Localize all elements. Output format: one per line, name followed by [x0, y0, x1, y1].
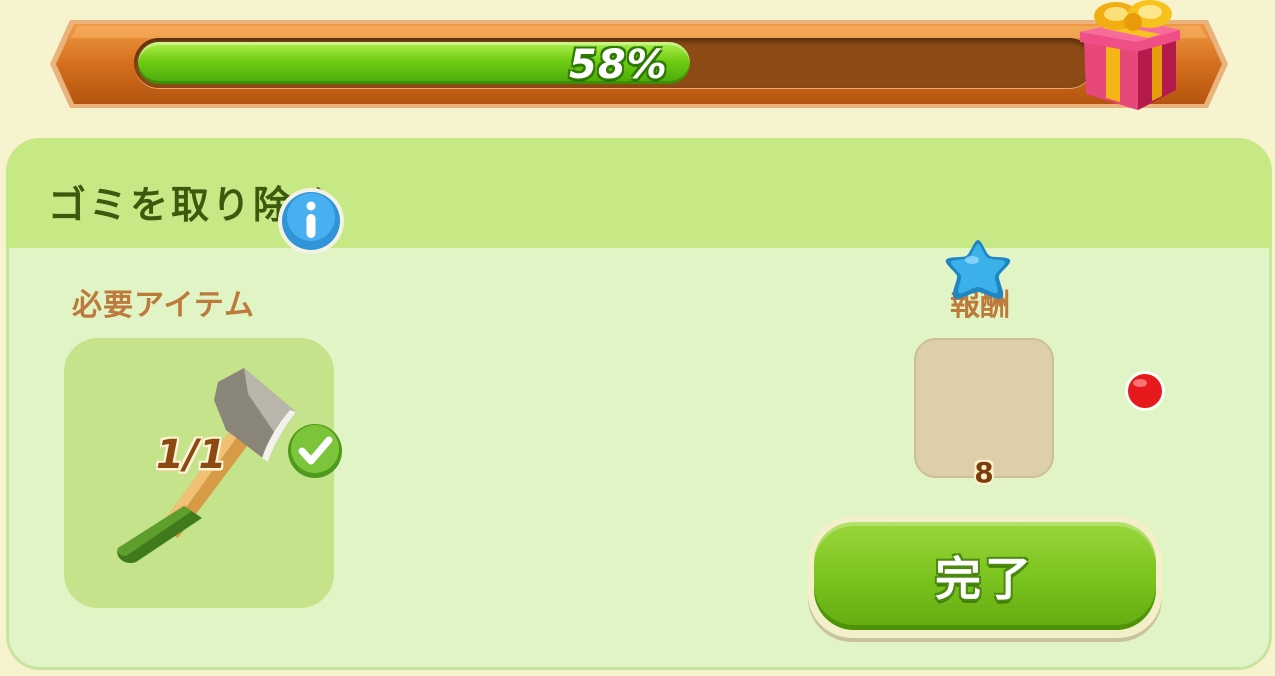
item-count: 1/1	[156, 432, 227, 478]
info-icon[interactable]	[276, 186, 346, 256]
blue-star-gem-icon	[945, 240, 1011, 299]
gift-box-icon[interactable]	[1076, 0, 1186, 114]
reward-amount: 8	[974, 456, 994, 489]
progress-track: 58%	[134, 38, 1094, 88]
complete-button-label: 完了	[935, 552, 1035, 606]
complete-button-face: 完了	[814, 522, 1156, 630]
complete-button[interactable]: 完了	[808, 516, 1162, 638]
task-header: ゴミを取り除く	[6, 138, 1272, 248]
checkmark-icon	[288, 424, 342, 478]
progress-fill: 58%	[138, 42, 690, 88]
required-items-label: 必要アイテム	[72, 288, 255, 323]
progress-banner: 58%	[48, 0, 1230, 110]
progress-percent-label: 58%	[569, 42, 668, 88]
notification-dot	[1125, 371, 1165, 411]
